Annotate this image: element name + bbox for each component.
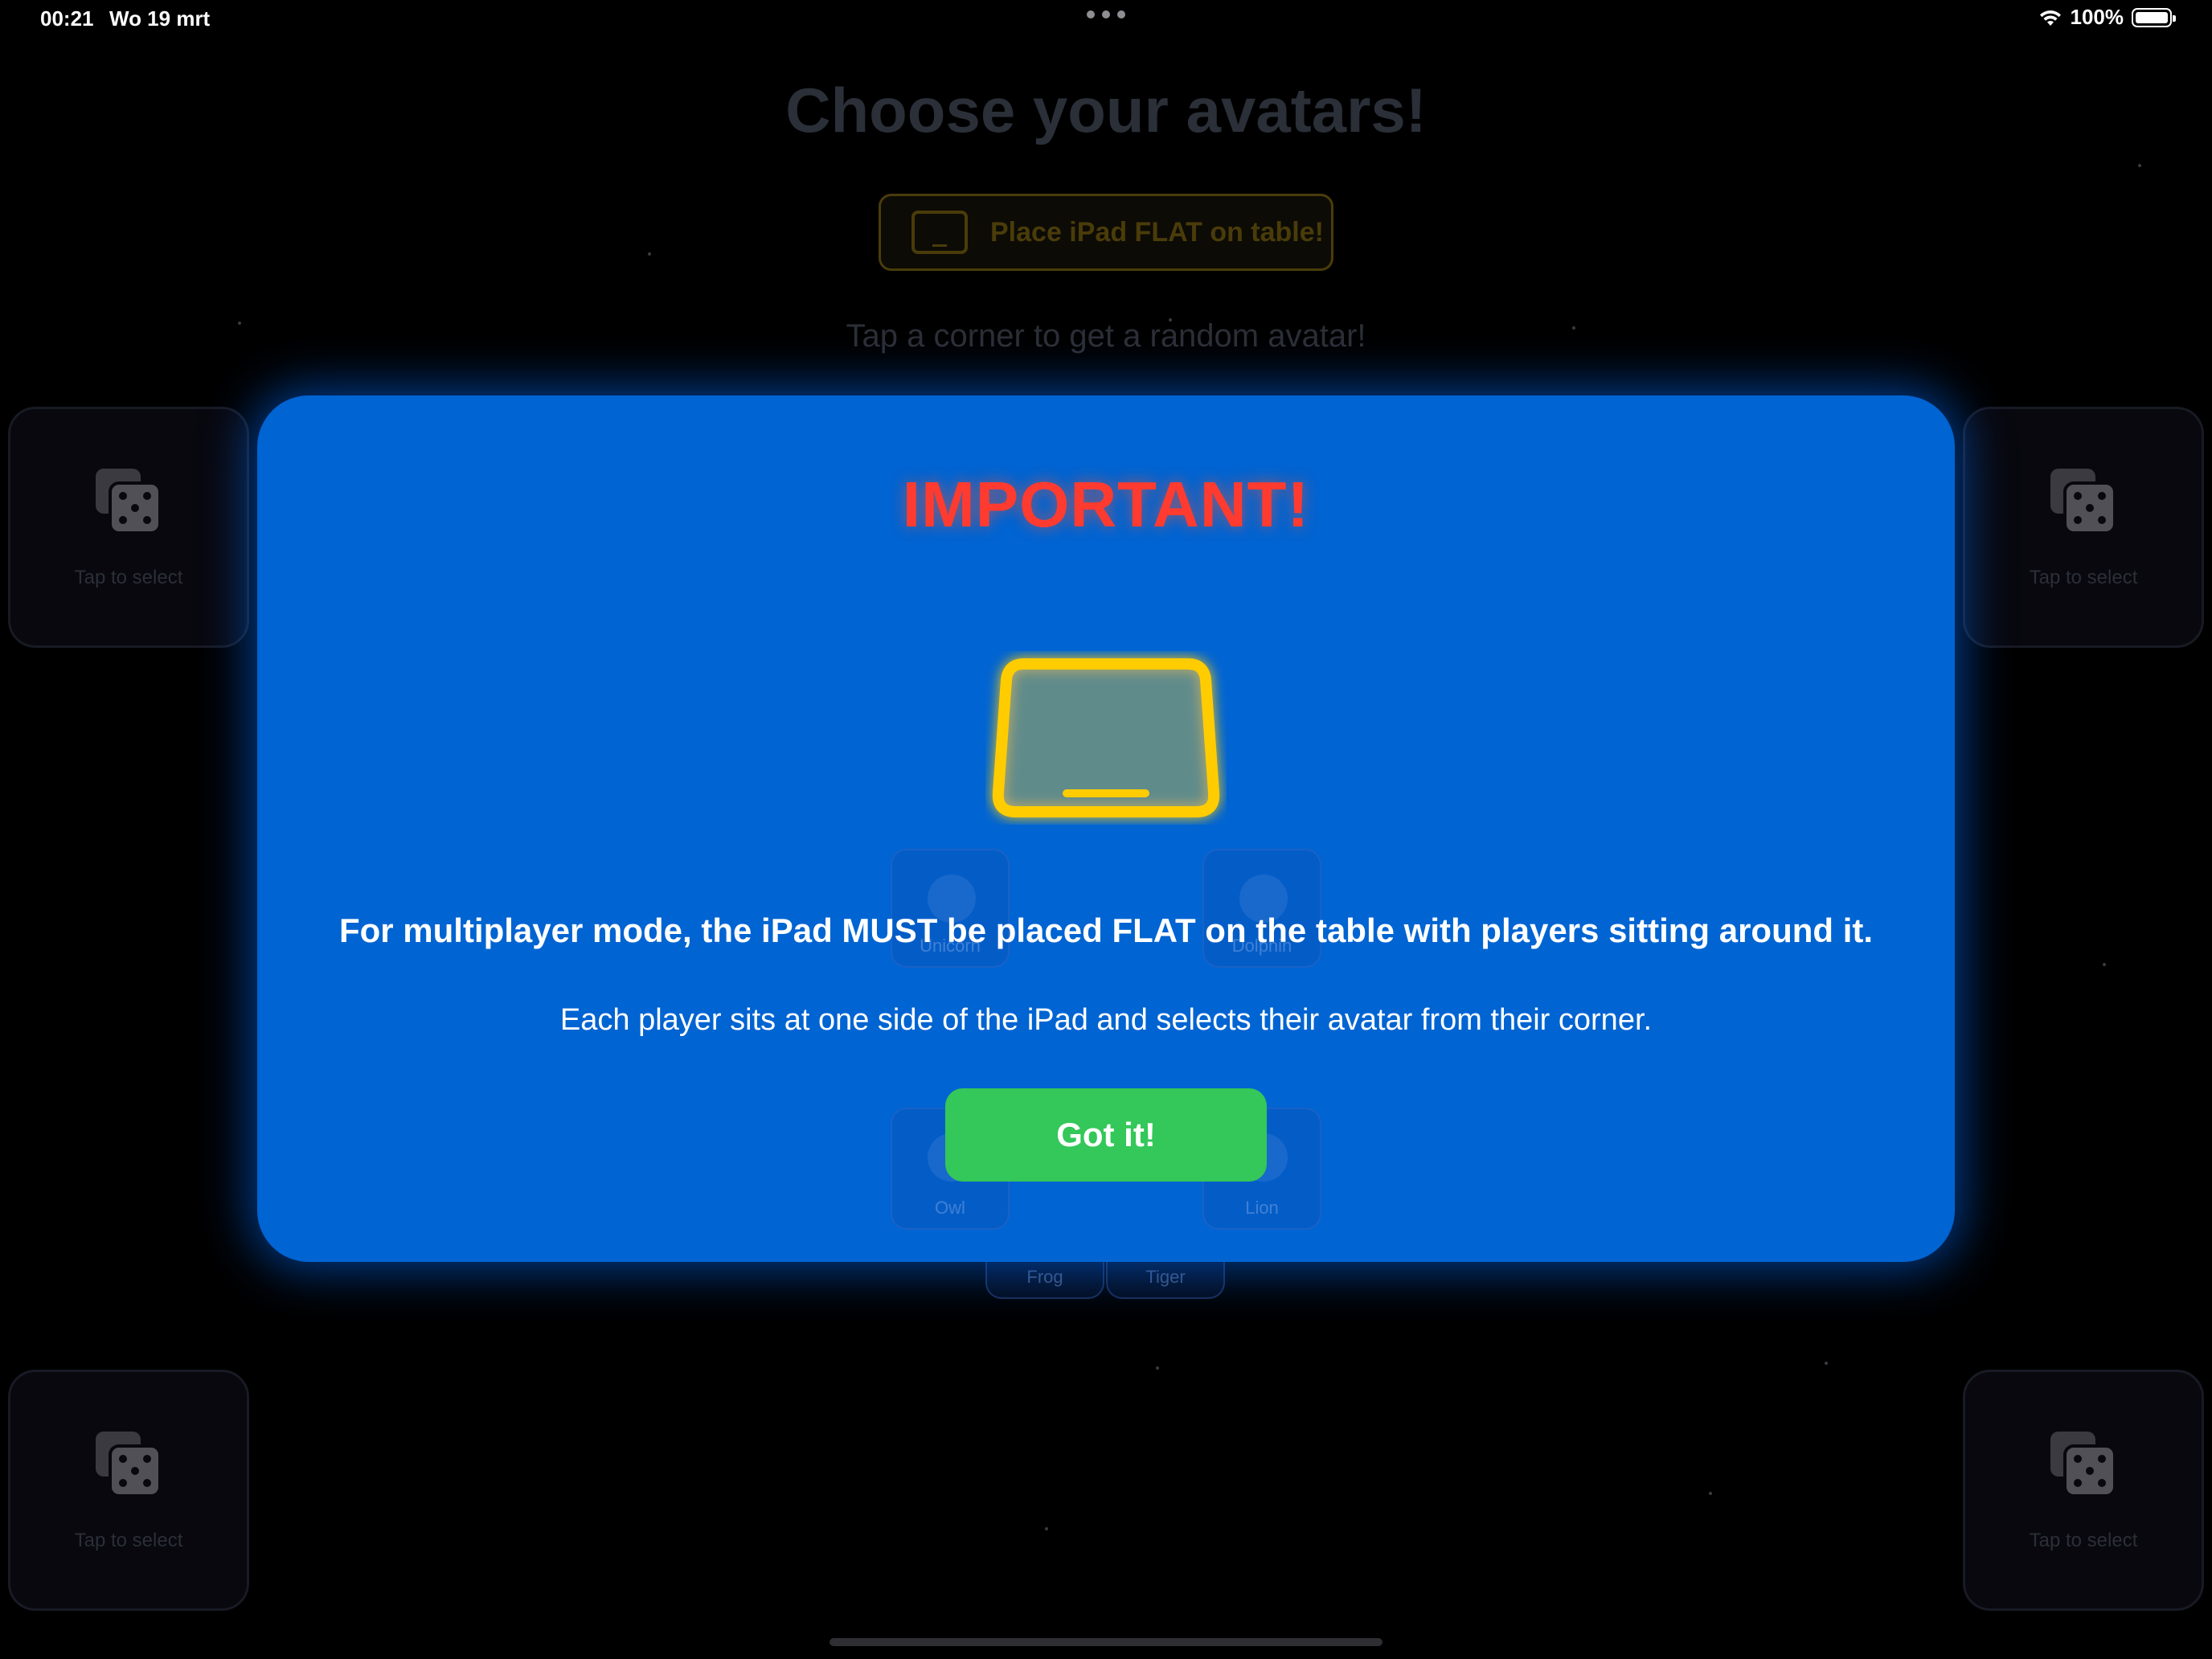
status-indicators: 100%	[2038, 5, 2176, 30]
status-time: 00:21	[40, 6, 94, 31]
battery-percentage: 100%	[2070, 5, 2124, 29]
star	[1045, 1527, 1048, 1530]
corner-slot-bottom-left[interactable]: Tap to select	[8, 1370, 249, 1611]
star	[648, 252, 651, 256]
corner-slot-label: Tap to select	[74, 567, 183, 588]
star	[1825, 1362, 1828, 1365]
dice-icon	[96, 1432, 162, 1497]
corner-slot-label: Tap to select	[2029, 567, 2138, 588]
page-title: Choose your avatars!	[785, 75, 1427, 145]
screen: 00:21 Wo 19 mrt 100% Choose your avatars…	[0, 0, 2212, 1659]
avatar-label: Tiger	[1145, 1267, 1186, 1287]
star	[1709, 1492, 1712, 1495]
avatar-label: Lion	[1245, 1198, 1279, 1218]
multitasking-dots-icon[interactable]	[1087, 8, 1125, 21]
status-bar: 00:21 Wo 19 mrt 100%	[0, 0, 2212, 39]
modal-title: IMPORTANT!	[902, 469, 1310, 540]
corner-slot-bottom-right[interactable]: Tap to select	[1963, 1370, 2204, 1611]
place-ipad-flat-button[interactable]: Place iPad FLAT on table!	[879, 194, 1333, 271]
ipad-flat-icon	[992, 658, 1220, 817]
corner-slot-label: Tap to select	[2029, 1530, 2138, 1551]
star	[2103, 963, 2106, 966]
dice-icon	[2050, 1432, 2116, 1497]
modal-heading: For multiplayer mode, the iPad MUST be p…	[338, 911, 1874, 949]
star	[2138, 164, 2141, 167]
page-subtitle: Tap a corner to get a random avatar!	[846, 318, 1366, 354]
ipad-icon	[911, 211, 968, 254]
battery-full-icon	[2132, 7, 2176, 27]
place-ipad-flat-label: Place iPad FLAT on table!	[990, 216, 1324, 248]
avatar-label: Owl	[935, 1198, 965, 1218]
modal-body: Each player sits at one side of the iPad…	[559, 1003, 1653, 1037]
avatar-label: Frog	[1026, 1267, 1063, 1287]
status-date: Wo 19 mrt	[109, 6, 211, 31]
wifi-icon	[2039, 10, 2061, 26]
home-indicator[interactable]	[830, 1638, 1382, 1646]
corner-slot-label: Tap to select	[74, 1530, 183, 1551]
got-it-button[interactable]: Got it!	[945, 1088, 1267, 1182]
star	[1156, 1366, 1159, 1370]
